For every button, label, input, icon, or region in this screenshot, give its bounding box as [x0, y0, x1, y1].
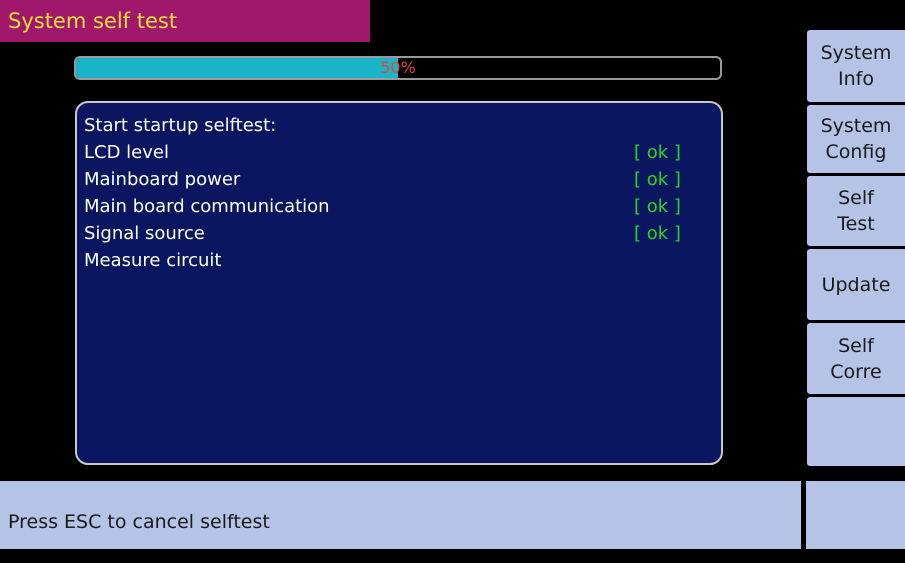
log-item-status: [ ok ] — [634, 142, 681, 163]
log-item: Signal source [ ok ] — [84, 220, 721, 247]
status-message: Press ESC to cancel selftest — [0, 481, 801, 549]
log-item: LCD level [ ok ] — [84, 139, 721, 166]
softkey-update[interactable]: Update — [807, 249, 905, 320]
log-item-name: Main board communication — [84, 196, 330, 217]
selftest-log-panel: Start startup selftest: LCD level [ ok ]… — [75, 101, 723, 465]
log-item: Mainboard power [ ok ] — [84, 166, 721, 193]
log-item-status: [ ok ] — [634, 223, 681, 244]
page-title: System self test — [0, 0, 370, 42]
log-item: Main board communication [ ok ] — [84, 193, 721, 220]
selftest-progress-bar: 50% — [74, 56, 722, 80]
softkey-system-info[interactable]: System Info — [807, 30, 905, 102]
log-item-name: Mainboard power — [84, 169, 241, 190]
softkey-empty[interactable] — [807, 397, 905, 466]
log-item-status: [ ok ] — [634, 169, 681, 190]
log-heading: Start startup selftest: — [84, 115, 277, 136]
log-item-name: Signal source — [84, 223, 205, 244]
log-item: Measure circuit — [84, 247, 721, 274]
progress-percent: 50% — [380, 58, 416, 77]
log-item-name: LCD level — [84, 142, 169, 163]
softkey-self-test[interactable]: Self Test — [807, 176, 905, 246]
log-item-status: [ ok ] — [634, 196, 681, 217]
softkey-system-config[interactable]: System Config — [807, 105, 905, 173]
status-bar-right-panel — [806, 481, 905, 549]
softkey-self-corre[interactable]: Self Corre — [807, 323, 905, 394]
log-item-name: Measure circuit — [84, 250, 222, 271]
